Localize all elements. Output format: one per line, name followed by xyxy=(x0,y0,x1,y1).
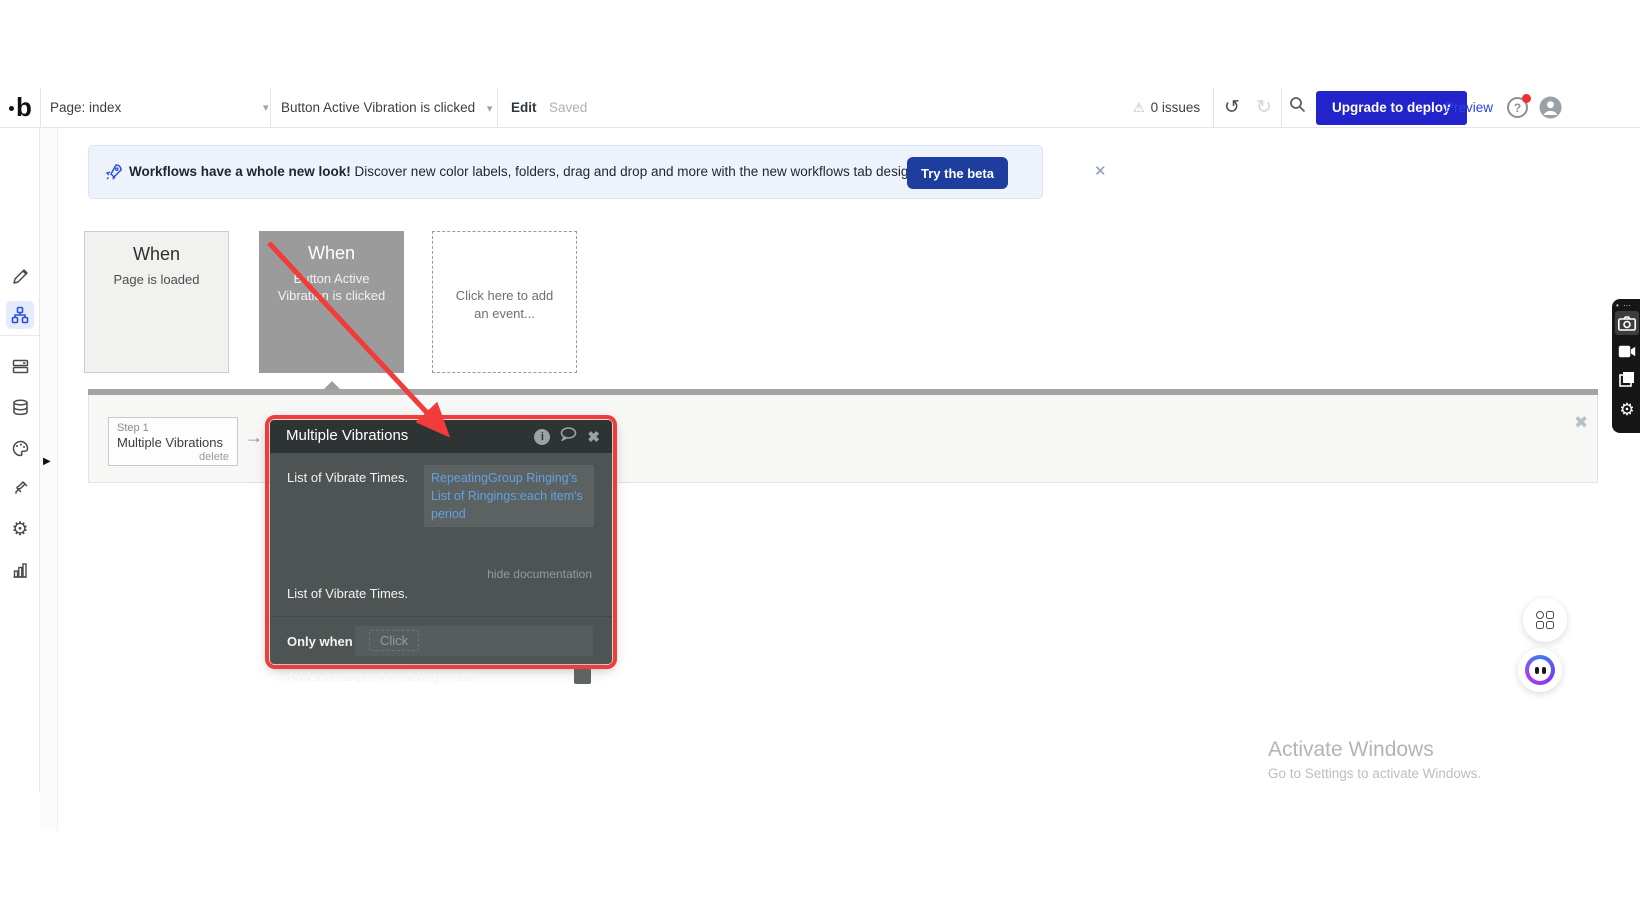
dynamic-expression-text: RepeatingGroup Ringing's List of Ringing… xyxy=(431,471,583,521)
action-properties-popup: Multiple Vibrations i ✖ List of Vibrate … xyxy=(270,420,612,664)
only-when-label: Only when xyxy=(287,634,353,649)
page-selector-label: Page: index xyxy=(50,100,121,115)
logs-tab-chart-icon[interactable] xyxy=(6,556,34,584)
warning-icon: ⚠ xyxy=(1133,100,1145,115)
backend-rows-icon[interactable] xyxy=(6,352,34,380)
issues-indicator[interactable]: ⚠ 0 issues xyxy=(1133,88,1200,128)
vibrate-times-value[interactable]: RepeatingGroup Ringing's List of Ringing… xyxy=(424,465,594,527)
info-icon[interactable]: i xyxy=(534,429,550,445)
notification-badge xyxy=(1522,94,1531,103)
event-selector-label: Button Active Vibration is clicked xyxy=(281,100,475,115)
popup-body: List of Vibrate Times. RepeatingGroup Ri… xyxy=(270,453,612,664)
event-card-subtitle: Button Active Vibration is clicked xyxy=(259,270,404,304)
rocket-icon xyxy=(105,163,123,186)
left-sidebar: ⚙ xyxy=(0,128,40,792)
chevron-down-icon: ▾ xyxy=(487,103,493,115)
workflow-beta-banner: Workflows have a whole new look! Discove… xyxy=(88,145,1043,199)
banner-close-icon[interactable]: ✕ xyxy=(1094,162,1107,180)
edit-mode-label[interactable]: Edit xyxy=(511,88,537,128)
ai-assistant-button[interactable] xyxy=(1518,648,1562,692)
vibrate-times-label: List of Vibrate Times. xyxy=(287,470,408,485)
capture-menu-dots[interactable]: • ⋯ xyxy=(1616,301,1632,310)
undo-icon[interactable]: ↺ xyxy=(1220,96,1244,120)
comment-icon[interactable] xyxy=(560,427,577,446)
search-icon[interactable] xyxy=(1285,96,1309,120)
panel-close-icon[interactable]: ✖ xyxy=(1574,413,1588,433)
plugins-tab-plug-icon[interactable] xyxy=(6,474,34,502)
breakpoint-checkbox[interactable] xyxy=(574,667,591,684)
step-arrow-icon: → xyxy=(245,427,263,448)
grid-icon xyxy=(1536,611,1554,629)
selected-event-pointer xyxy=(324,381,340,389)
step-delete-link[interactable]: delete xyxy=(117,451,229,463)
bubble-logo-icon[interactable]: b xyxy=(10,92,40,124)
settings-tab-gear-icon[interactable]: ⚙ xyxy=(6,515,34,543)
step-1-card[interactable]: Step 1 Multiple Vibrations delete xyxy=(108,417,238,466)
design-tab-pencil-icon[interactable] xyxy=(6,262,34,290)
help-icon[interactable]: ? xyxy=(1505,96,1529,120)
activate-windows-subtext: Go to Settings to activate Windows. xyxy=(1268,766,1481,781)
event-card-button-clicked-selected[interactable]: When Button Active Vibration is clicked xyxy=(259,231,404,373)
divider xyxy=(270,88,271,128)
upgrade-to-deploy-button[interactable]: Upgrade to deploy xyxy=(1316,91,1467,125)
step-number-label: Step 1 xyxy=(117,422,229,434)
user-avatar[interactable] xyxy=(1538,96,1562,120)
divider xyxy=(1213,88,1214,128)
layers-copy-icon[interactable] xyxy=(1615,367,1639,391)
canvas-gutter: ▶ xyxy=(40,128,58,831)
collapse-arrow-icon[interactable]: ▶ xyxy=(43,456,51,467)
event-card-title: When xyxy=(85,244,228,265)
redo-icon[interactable]: ↻ xyxy=(1252,96,1276,120)
event-card-page-loaded[interactable]: When Page is loaded xyxy=(84,231,229,373)
divider xyxy=(0,335,39,336)
banner-message: Workflows have a whole new look! Discove… xyxy=(129,164,920,179)
top-toolbar: b Page: index ▾ Button Active Vibration … xyxy=(0,88,1640,128)
banner-body-text: Discover new color labels, folders, drag… xyxy=(351,164,920,179)
popup-title: Multiple Vibrations xyxy=(286,427,408,444)
divider xyxy=(40,88,41,128)
divider xyxy=(1281,88,1282,128)
video-camera-icon[interactable] xyxy=(1615,339,1639,363)
page-selector-dropdown[interactable]: Page: index ▾ xyxy=(50,88,270,128)
save-status: Saved xyxy=(549,88,587,128)
preview-link[interactable]: Preview xyxy=(1445,88,1493,128)
widgets-grid-button[interactable] xyxy=(1523,598,1567,642)
event-selector-dropdown[interactable]: Button Active Vibration is clicked ▾ xyxy=(281,88,497,128)
data-tab-database-icon[interactable] xyxy=(6,393,34,421)
only-when-placeholder: Click xyxy=(369,630,419,651)
try-the-beta-button[interactable]: Try the beta xyxy=(907,157,1008,189)
screen-capture-toolbar: • ⋯ ⚙ xyxy=(1612,299,1640,433)
camera-icon[interactable] xyxy=(1615,311,1639,335)
capture-settings-gear-icon[interactable]: ⚙ xyxy=(1615,397,1639,421)
divider xyxy=(497,88,498,128)
bubble-workflow-editor: b Page: index ▾ Button Active Vibration … xyxy=(0,0,1640,924)
styles-tab-palette-icon[interactable] xyxy=(6,434,34,462)
step-title: Multiple Vibrations xyxy=(117,435,229,450)
workflow-tab-sitemap-icon[interactable] xyxy=(6,301,34,329)
popup-header[interactable]: Multiple Vibrations i ✖ xyxy=(270,420,612,453)
breakpoint-label: Add a breakpoint in debug mode xyxy=(287,669,475,684)
popup-close-icon[interactable]: ✖ xyxy=(587,428,600,446)
event-card-title: When xyxy=(259,243,404,264)
only-when-input[interactable]: Click xyxy=(355,626,593,656)
issues-count: 0 issues xyxy=(1151,100,1201,115)
divider xyxy=(270,616,612,617)
chevron-down-icon: ▾ xyxy=(263,88,269,128)
activate-windows-text: Activate Windows xyxy=(1268,738,1434,762)
svg-text:?: ? xyxy=(1513,101,1520,115)
banner-headline: Workflows have a whole new look! xyxy=(129,164,351,179)
ai-assistant-icon xyxy=(1525,655,1555,685)
vibrate-times-caption: List of Vibrate Times. xyxy=(287,586,408,601)
add-event-placeholder-card[interactable]: Click here to add an event... xyxy=(432,231,577,373)
add-event-label: Click here to add an event... xyxy=(433,287,576,323)
event-card-subtitle: Page is loaded xyxy=(85,271,228,288)
hide-documentation-link[interactable]: hide documentation xyxy=(487,567,592,581)
